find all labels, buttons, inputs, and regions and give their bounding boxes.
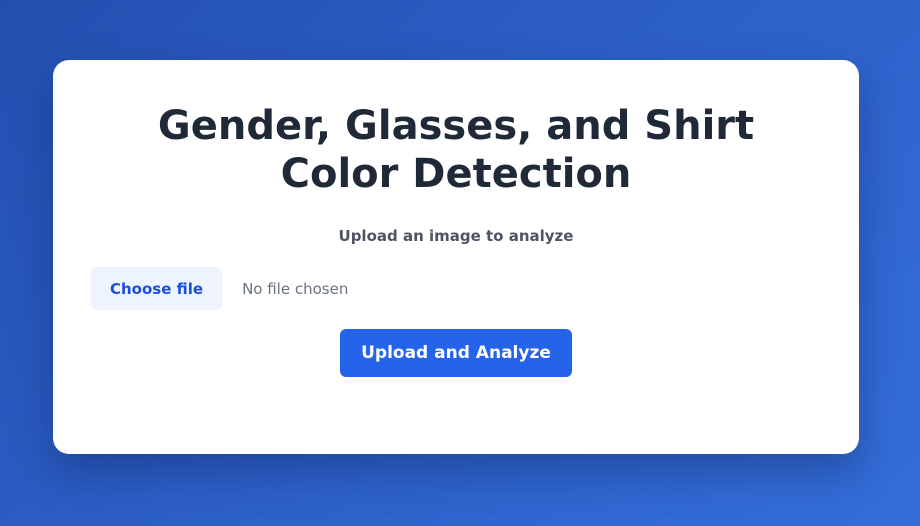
choose-file-button[interactable]: Choose file [91, 267, 223, 310]
page-subtitle: Upload an image to analyze [338, 227, 574, 245]
page-title: Gender, Glasses, and Shirt Color Detecti… [157, 103, 755, 197]
file-input[interactable]: Choose file No file chosen [91, 267, 348, 310]
file-status-text: No file chosen [242, 279, 349, 298]
upload-card: Gender, Glasses, and Shirt Color Detecti… [53, 60, 859, 454]
upload-and-analyze-button[interactable]: Upload and Analyze [340, 329, 572, 377]
